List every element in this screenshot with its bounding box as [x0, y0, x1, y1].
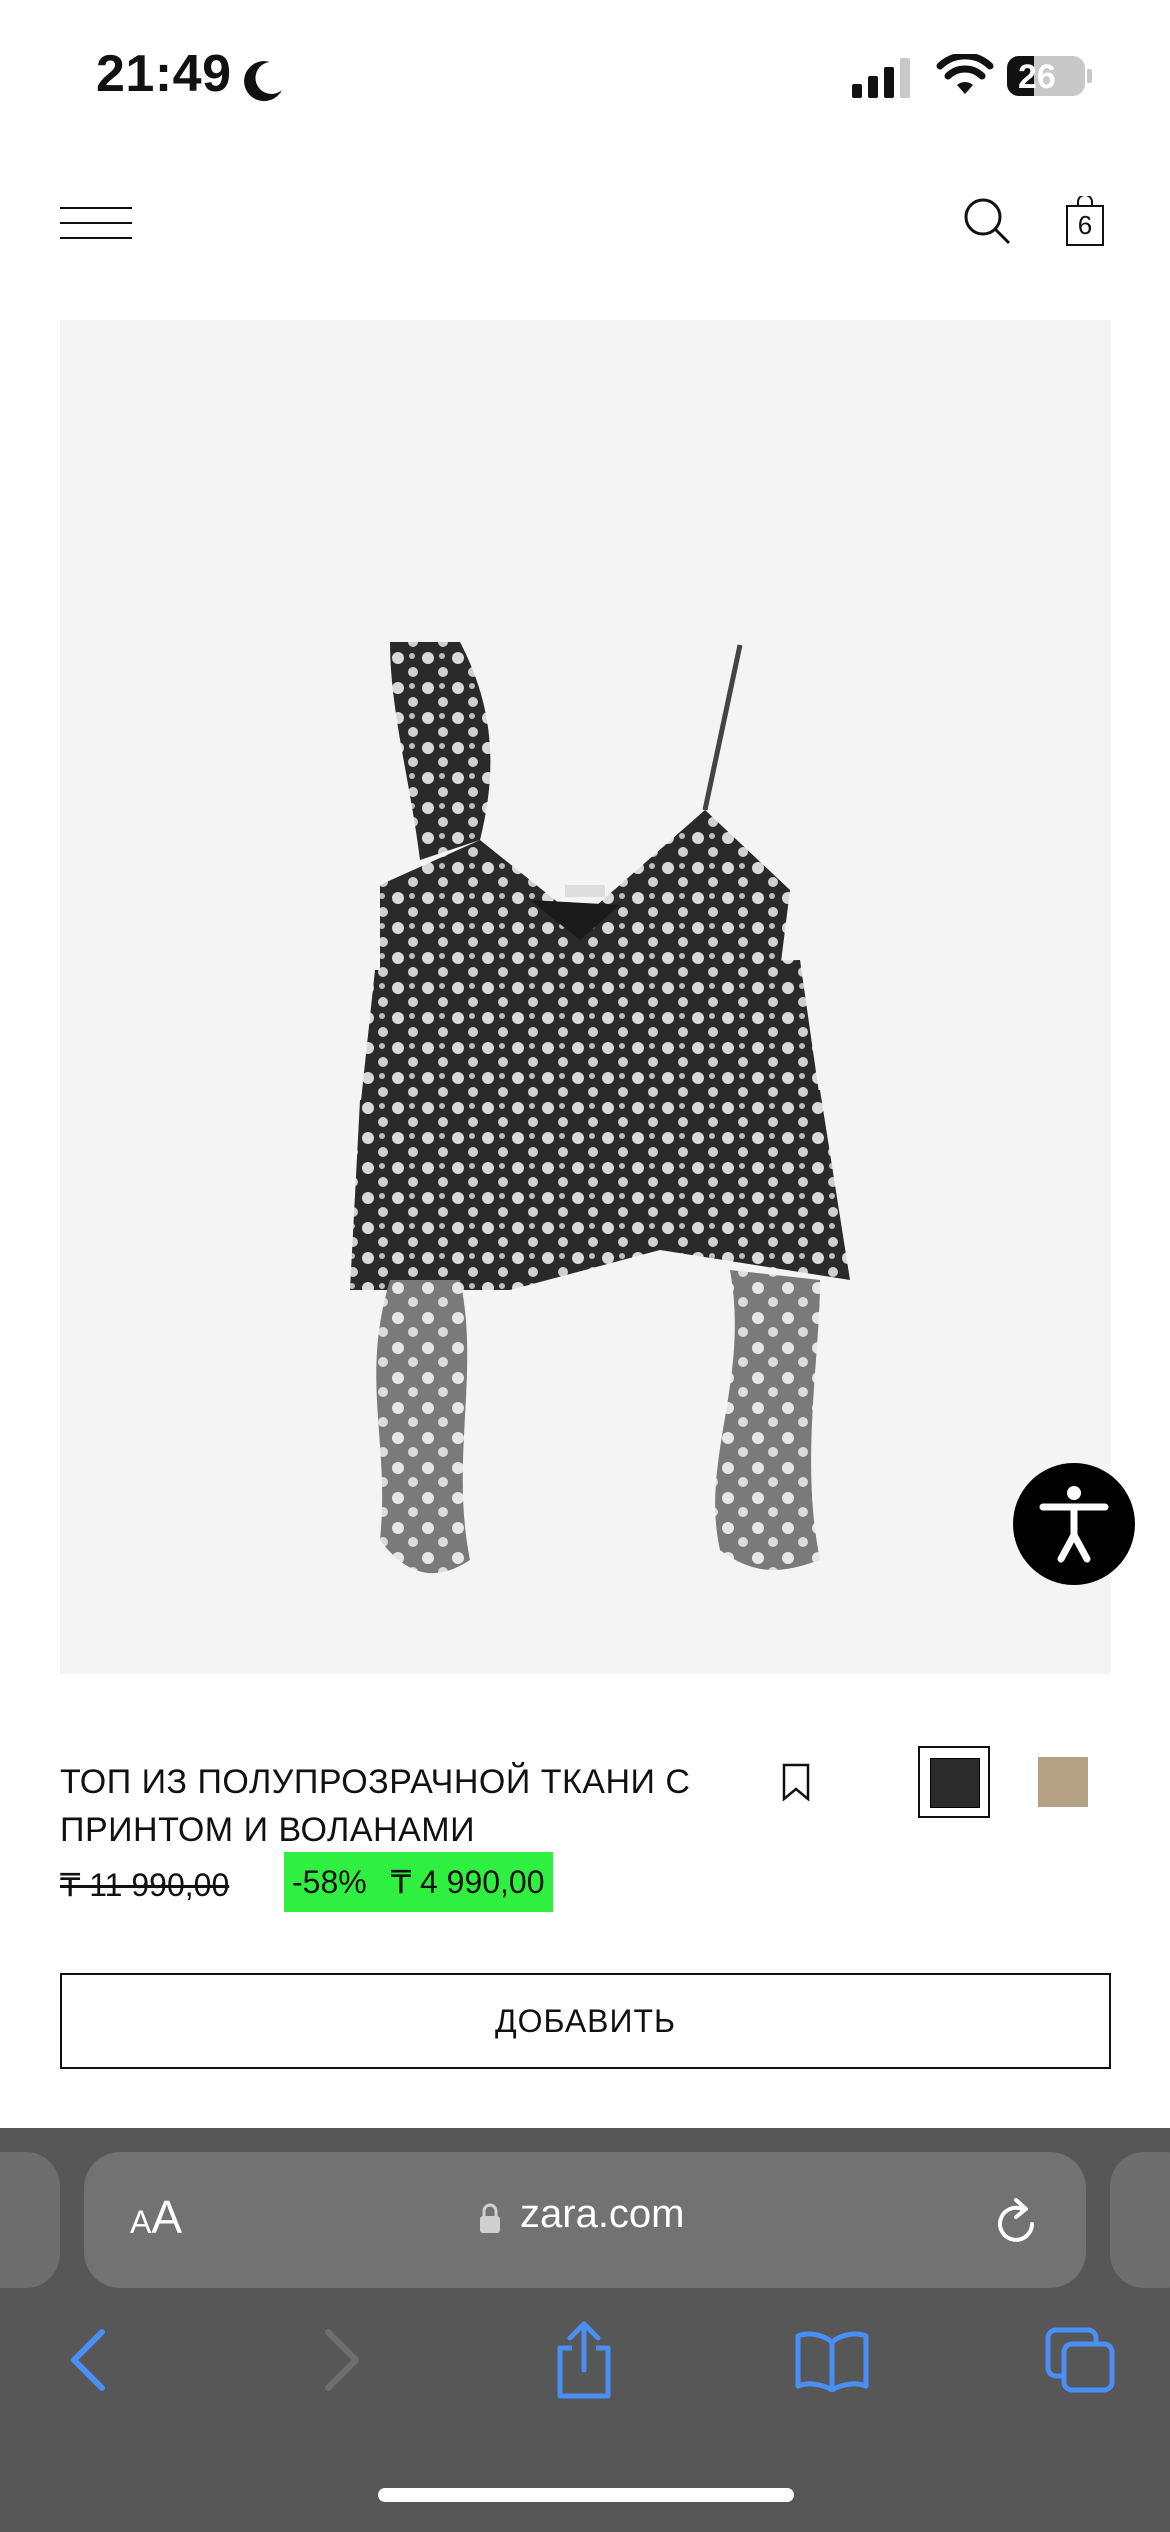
- url-text[interactable]: zara.com: [520, 2192, 685, 2237]
- battery-indicator: 26: [1006, 54, 1094, 98]
- aa-large-letter: A: [151, 2191, 183, 2243]
- address-bar[interactable]: AA zara.com: [84, 2152, 1086, 2288]
- forward-icon[interactable]: [322, 2328, 362, 2392]
- status-time: 21:49: [96, 45, 232, 103]
- color-swatch-black[interactable]: [918, 1746, 990, 1818]
- moon-icon: [244, 61, 282, 102]
- price-new: ₸ 4 990,00: [390, 1864, 545, 1900]
- lock-icon: [480, 2203, 500, 2233]
- product-image[interactable]: [60, 320, 1111, 1674]
- color-swatch-beige[interactable]: [1038, 1757, 1088, 1807]
- reader-options-button[interactable]: AA: [130, 2190, 182, 2244]
- home-indicator: [378, 2488, 794, 2502]
- product-photo: [350, 642, 850, 1574]
- accessibility-button[interactable]: [1013, 1463, 1135, 1585]
- reload-icon[interactable]: [992, 2196, 1040, 2248]
- shopping-bag-button[interactable]: 6: [1066, 194, 1104, 246]
- back-icon[interactable]: [68, 2328, 108, 2392]
- bookmark-icon[interactable]: [778, 1762, 814, 1802]
- bookmarks-icon[interactable]: [794, 2328, 870, 2392]
- price-sale-badge: -58% ₸ 4 990,00: [284, 1852, 553, 1912]
- bag-count: 6: [1077, 210, 1093, 240]
- accessibility-icon: [1039, 1486, 1109, 1563]
- product-title: ТОП ИЗ ПОЛУПРОЗРАЧНОЙ ТКАНИ С ПРИНТОМ И …: [60, 1763, 691, 1849]
- tabs-icon[interactable]: [1044, 2326, 1116, 2394]
- price-old: ₸ 11 990,00: [60, 1867, 230, 1903]
- aa-small-letter: A: [130, 2204, 152, 2240]
- wifi-icon: [936, 54, 994, 94]
- battery-level: 26: [1018, 58, 1056, 96]
- previous-tab-preview[interactable]: [0, 2152, 60, 2288]
- next-tab-preview[interactable]: [1110, 2152, 1170, 2288]
- menu-icon[interactable]: [60, 206, 132, 240]
- search-icon[interactable]: [962, 196, 1012, 246]
- add-to-cart-button[interactable]: ДОБАВИТЬ: [60, 1973, 1111, 2069]
- share-icon[interactable]: [552, 2320, 616, 2400]
- cellular-signal-icon: [852, 58, 910, 98]
- discount-percent: -58%: [292, 1863, 367, 1900]
- color-swatch-black-fill: [930, 1758, 980, 1808]
